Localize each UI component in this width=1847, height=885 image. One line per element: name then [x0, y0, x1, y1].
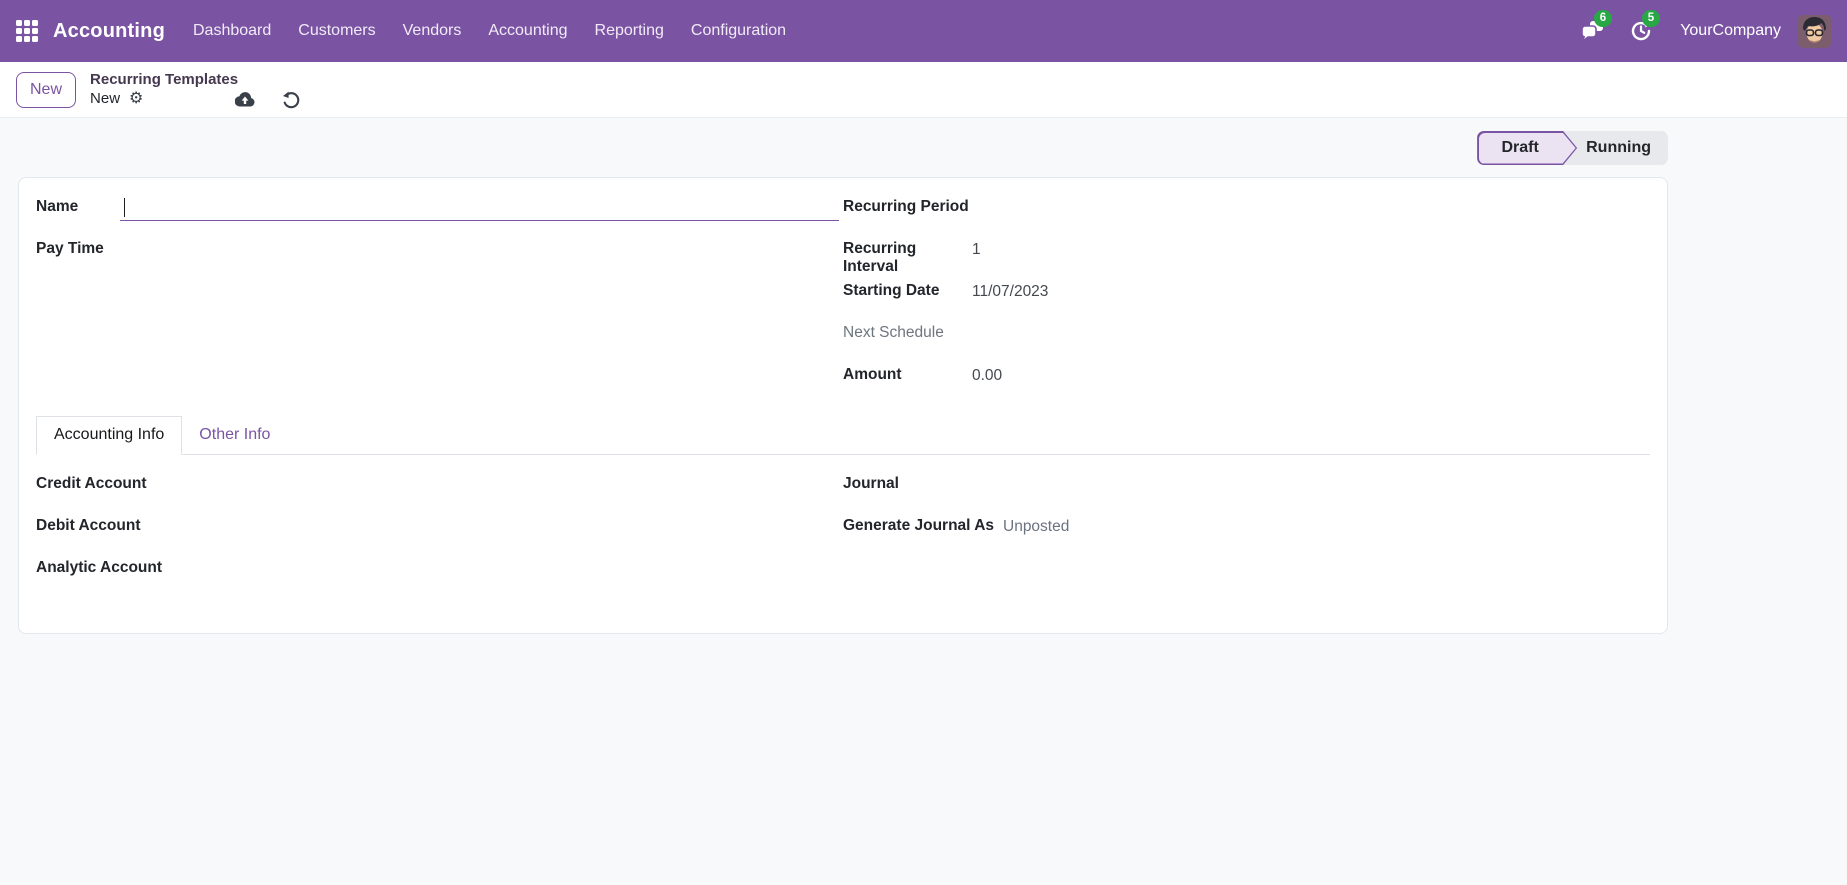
starting-date-label: Starting Date: [843, 280, 972, 300]
messages-count-badge: 6: [1594, 10, 1611, 27]
field-recurring-period: Recurring Period: [843, 196, 1650, 238]
amount-value[interactable]: 0.00: [972, 364, 1002, 385]
starting-date-value[interactable]: 11/07/2023: [972, 280, 1048, 301]
statusbar-state-draft[interactable]: Draft: [1477, 131, 1577, 165]
tab-other-info[interactable]: Other Info: [182, 417, 287, 454]
notebook: Accounting Info Other Info Credit Accoun…: [36, 416, 1650, 599]
generate-journal-as-value[interactable]: Unposted: [1003, 515, 1069, 536]
main-menu: Dashboard Customers Vendors Accounting R…: [193, 0, 786, 62]
form-sheet: Name Pay Time Recurring Period: [18, 177, 1668, 634]
journal-label: Journal: [843, 473, 1003, 493]
text-caret: [124, 198, 125, 217]
form-view: Draft Running Name Pay Time: [0, 118, 1847, 885]
menu-item-configuration[interactable]: Configuration: [691, 0, 786, 62]
field-recurring-interval: Recurring Interval 1: [843, 238, 1650, 280]
analytic-account-label: Analytic Account: [36, 557, 182, 577]
name-input[interactable]: [120, 196, 839, 221]
user-avatar[interactable]: [1798, 15, 1831, 48]
menu-item-reporting[interactable]: Reporting: [595, 0, 664, 62]
menu-item-vendors[interactable]: Vendors: [403, 0, 462, 62]
apps-grid-icon[interactable]: [16, 20, 38, 42]
statusbar-state-draft-label: Draft: [1501, 139, 1538, 157]
breadcrumb-parent-link[interactable]: Recurring Templates: [90, 70, 300, 89]
control-panel: New Recurring Templates New ⚙: [0, 62, 1847, 118]
field-next-schedule: Next Schedule: [843, 322, 1650, 364]
activities-button[interactable]: 5: [1628, 18, 1654, 44]
field-generate-journal-as: Generate Journal As Unposted: [843, 515, 1650, 557]
menu-item-accounting[interactable]: Accounting: [488, 0, 567, 62]
next-schedule-label: Next Schedule: [843, 322, 972, 342]
menu-item-customers[interactable]: Customers: [298, 0, 375, 62]
credit-account-label: Credit Account: [36, 473, 167, 493]
avatar-image: [1798, 15, 1831, 48]
recurring-interval-label: Recurring Interval: [843, 238, 972, 276]
field-starting-date: Starting Date 11/07/2023: [843, 280, 1650, 322]
activities-count-badge: 5: [1642, 10, 1659, 27]
breadcrumb: Recurring Templates New ⚙: [90, 70, 300, 109]
statusbar-state-running-label: Running: [1586, 139, 1651, 157]
field-amount: Amount 0.00: [843, 364, 1650, 406]
field-journal: Journal: [843, 473, 1650, 515]
tab-left-column: Credit Account Debit Account Analytic Ac…: [36, 473, 843, 599]
undo-icon[interactable]: [281, 90, 300, 109]
pay-time-label: Pay Time: [36, 238, 120, 258]
field-credit-account: Credit Account: [36, 473, 843, 515]
recurring-period-label: Recurring Period: [843, 196, 972, 216]
statusbar: Draft Running: [1477, 131, 1668, 165]
field-name: Name: [36, 196, 843, 238]
menu-item-dashboard[interactable]: Dashboard: [193, 0, 271, 62]
field-analytic-account: Analytic Account: [36, 557, 843, 599]
gear-icon[interactable]: ⚙: [129, 91, 143, 107]
breadcrumb-current: New: [90, 89, 120, 109]
messages-button[interactable]: 6: [1580, 18, 1606, 44]
top-navbar: Accounting Dashboard Customers Vendors A…: [0, 0, 1847, 62]
name-label: Name: [36, 196, 120, 216]
tab-right-column: Journal Generate Journal As Unposted: [843, 473, 1650, 599]
recurring-interval-value[interactable]: 1: [972, 238, 981, 259]
cloud-upload-icon[interactable]: [235, 90, 255, 108]
company-switcher[interactable]: YourCompany: [1680, 22, 1781, 40]
form-right-column: Recurring Period Recurring Interval 1 St…: [843, 196, 1650, 406]
amount-label: Amount: [843, 364, 972, 384]
tab-accounting-info[interactable]: Accounting Info: [36, 416, 182, 455]
field-pay-time: Pay Time: [36, 238, 843, 280]
app-brand[interactable]: Accounting: [53, 20, 165, 43]
generate-journal-as-label: Generate Journal As: [843, 515, 1003, 535]
tab-pane-accounting-info: Credit Account Debit Account Analytic Ac…: [36, 455, 1650, 599]
notebook-tabs: Accounting Info Other Info: [36, 416, 1650, 455]
debit-account-label: Debit Account: [36, 515, 160, 535]
field-debit-account: Debit Account: [36, 515, 843, 557]
navbar-right: 6 5 YourCompany: [1558, 15, 1831, 48]
statusbar-state-running[interactable]: Running: [1577, 131, 1668, 165]
form-left-column: Name Pay Time: [36, 196, 843, 406]
new-button[interactable]: New: [16, 72, 76, 108]
